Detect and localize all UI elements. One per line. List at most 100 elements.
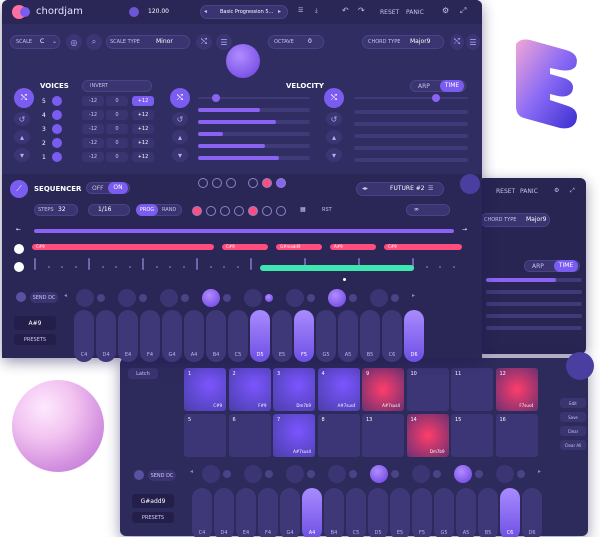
bottom-voice-dot[interactable] [517,470,525,478]
voice-minus-12[interactable]: -12 [82,96,104,106]
chord-pad[interactable]: 3 Dm7b9 [273,368,315,411]
seq-step-circle[interactable] [220,206,230,216]
seq-step-circle[interactable] [192,206,202,216]
step-tick[interactable] [47,266,50,268]
settings-icon[interactable]: ⚙ [442,6,449,15]
voice-plus-12[interactable]: +12 [132,96,154,106]
velocity-slider[interactable] [198,108,310,112]
velocity-down-icon[interactable]: ▾ [172,148,188,162]
top-key[interactable]: D5 [250,310,270,362]
bottom-key[interactable]: G4 [280,488,300,537]
bottom-voice-dot[interactable] [370,465,388,483]
top-voice-dot[interactable] [286,289,304,307]
step-tick[interactable] [236,266,239,268]
bottom-key[interactable]: B4 [324,488,344,537]
bottom-prev-icon[interactable]: ◂ [190,468,193,475]
voices-up-icon[interactable]: ▴ [14,130,30,144]
chord-pad[interactable]: 11 [451,368,493,411]
bottom-send-dc-button[interactable]: SEND DC [148,470,176,481]
top-settings-icon[interactable] [16,292,26,302]
top-voice-dot[interactable] [223,294,231,302]
scale-type-select[interactable]: SCALE TYPE Minor [106,35,190,49]
chord-pad[interactable]: 7 A#7sus4 [273,414,315,457]
progression-select[interactable]: ◂ Basic Progression 5... ▸ [200,5,288,19]
voice-plus-12[interactable]: +12 [132,110,154,120]
velocity-randomize-icon[interactable]: ⤭ [170,88,190,108]
velocity-slider[interactable] [198,144,310,148]
voices-reset-icon[interactable]: ↺ [14,112,30,126]
step-tick[interactable] [169,266,171,268]
seq-grid-icon[interactable]: ▦ [300,206,306,213]
chord-pad[interactable]: 9 A#7sus4 [362,368,404,411]
voices-randomize-icon[interactable]: ⤭ [14,88,34,108]
voice-plus-12[interactable]: +12 [132,152,154,162]
voice-zero[interactable]: 0 [106,152,128,162]
undo-icon[interactable]: ↶ [342,6,349,15]
top-key[interactable]: D4 [96,310,116,362]
back-reset-button[interactable]: RESET [496,188,515,195]
voice-plus-12[interactable]: +12 [132,138,154,148]
seq-step-circle[interactable] [248,178,258,188]
top-voice-dot[interactable] [97,294,105,302]
step-tick[interactable] [115,266,117,268]
voice-toggle[interactable] [52,124,62,134]
progression-next-icon[interactable]: ▸ [278,8,281,15]
bottom-key[interactable]: E4 [236,488,256,537]
top-voice-dot[interactable] [139,294,147,302]
step-tick[interactable] [74,266,77,268]
top-key[interactable]: E5 [272,310,292,362]
progression-prev-icon[interactable]: ◂ [204,8,207,15]
bottom-key[interactable]: E5 [390,488,410,537]
top-key[interactable]: C5 [228,310,248,362]
chord-type-select[interactable]: CHORD TYPE Major9 [362,35,444,49]
voice-plus-12[interactable]: +12 [132,124,154,134]
bottom-voice-dot[interactable] [265,470,273,478]
step-tick[interactable] [250,258,252,270]
chord-type-shuffle-icon[interactable]: ⤭ [450,34,464,50]
bottom-voice-dot[interactable] [223,470,231,478]
velocity-master-handle[interactable] [212,94,220,102]
step-tick[interactable] [209,266,212,268]
voice-minus-12[interactable]: -12 [82,110,104,120]
arp-master-slider[interactable] [354,97,468,99]
chord-pad[interactable]: 13 [362,414,404,457]
top-key[interactable]: F5 [294,310,314,362]
bottom-key[interactable]: A5 [456,488,476,537]
voice-zero[interactable]: 0 [106,96,128,106]
step-tick[interactable] [128,266,131,268]
voice-toggle[interactable] [52,96,62,106]
top-key[interactable]: B5 [360,310,380,362]
chord-pad[interactable]: 10 [406,368,449,411]
top-voice-dot[interactable] [349,294,357,302]
chord-pad[interactable]: 5 [184,414,226,457]
chord-bar[interactable]: C#9 [32,244,214,250]
voices-down-icon[interactable]: ▾ [14,148,30,162]
rst-button[interactable]: RST [322,207,332,213]
active-chord-bar[interactable] [260,265,414,271]
latch-button[interactable]: Latch [128,368,158,379]
seq-step-circle[interactable] [234,206,244,216]
pad-side-button[interactable]: Save [560,412,586,422]
scale-type-list-icon[interactable]: ☰ [216,34,232,50]
top-key[interactable]: G4 [162,310,182,362]
voice-toggle[interactable] [52,138,62,148]
back-settings-icon[interactable]: ⚙ [554,187,559,194]
rate-select[interactable]: 1/16 [88,204,130,216]
back-slider-2[interactable] [486,290,582,294]
pad-side-button[interactable]: Clear [560,426,586,436]
bottom-key[interactable]: G5 [434,488,454,537]
seq-step-circle[interactable] [248,206,258,216]
top-key[interactable]: A4 [184,310,204,362]
bottom-voice-dot[interactable] [328,465,346,483]
chord-bar[interactable]: A#9 [330,244,376,250]
seq-step-circle[interactable] [212,178,222,188]
seq-progress-start-icon[interactable]: ← [16,226,21,233]
chord-bar[interactable]: C#9 [384,244,462,250]
top-key[interactable]: D6 [404,310,424,362]
top-prev-icon[interactable]: ◂ [64,292,67,299]
chord-pad[interactable]: 16 [495,414,538,457]
step-tick[interactable] [223,266,225,268]
bottom-voice-dot[interactable] [454,465,472,483]
arp-slider-5[interactable] [354,158,468,162]
preset-list-icon[interactable]: ☰ [428,185,433,192]
